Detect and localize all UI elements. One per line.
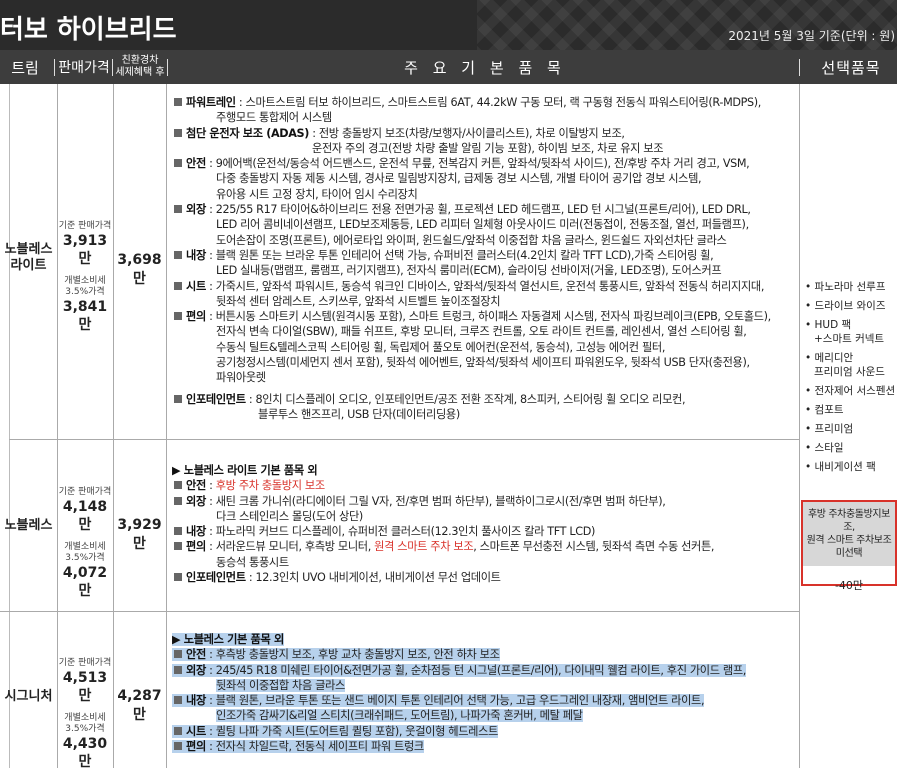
base-price: 4,513만 (62, 670, 108, 704)
spec-list: 파워트레인 : 스마트스트림 터보 하이브리드, 스마트스트림 6AT, 44.… (172, 95, 798, 422)
column-options: 선택품목 (821, 58, 881, 77)
base-price-label: 기준 판매가격 (58, 221, 112, 231)
option-item: • 파노라마 선루프 (805, 281, 886, 293)
spec-line: 도어손잡이 조명(프론트), 에어로타입 와이퍼, 윈드쉴드/앞좌석 이중접합 … (216, 233, 727, 247)
price-cell: 기준 판매가격 3,913만 개별소비세 3.5%가격 3,841만 (57, 221, 113, 334)
spec-line: 블루투스 핸즈프리, USB 단자(데이터리딩용) (258, 407, 460, 421)
price-basis-note: 2021년 5월 3일 기준(단위 : 원) (728, 29, 895, 43)
eco-price: 4,287만 (117, 688, 162, 723)
option-deduction-desc: 후방 주차충돌방지보조, 원격 스마트 주차보조 미선택 (803, 502, 895, 566)
column-divider (54, 59, 55, 76)
page-header: 터보 하이브리드 2021년 5월 3일 기준(단위 : 원) (0, 0, 897, 50)
column-trim: 트림 (11, 58, 39, 77)
spec-line: ▶ 노블레스 라이트 기본 품목 외 (172, 464, 318, 477)
spec-line: 운전자 주의 경고(전방 차량 출발 알림 기능 포함), 하이빔 보조, 차로… (312, 141, 664, 155)
spec-line: 다중 충돌방지 자동 제동 시스템, 경사로 밀림방지장치, 급제동 경보 시스… (216, 172, 702, 186)
column-divider (167, 59, 168, 76)
trim-name-line: 노블레스 (4, 242, 53, 257)
column-eco-price: 친환경차 세제혜택 후 (114, 50, 166, 84)
spec-line: 외장 : 새틴 크롬 가니쉬(라디에이터 그릴 V자, 전/후면 범퍼 하단부)… (172, 494, 798, 509)
spec-line: LED 리어 콤비네이션램프, LED보조제동등, LED 리피터 일체형 아웃… (216, 218, 749, 232)
tax-price: 4,430만 (62, 736, 108, 768)
column-eco-line2: 세제혜택 후 (115, 67, 165, 78)
base-price-label: 기준 판매가격 (58, 658, 112, 668)
spec-line: ▶ 노블레스 기본 품목 외 (172, 633, 284, 646)
spec-line: 안전 : 후방 주차 충돌방지 보조 (172, 478, 798, 493)
tax-price-label: 3.5%가격 (65, 287, 105, 297)
option-deduction-box: 후방 주차충돌방지보조, 원격 스마트 주차보조 미선택 -40만 (801, 500, 897, 592)
tax-price: 3,841만 (62, 299, 108, 333)
spec-line: 수동식 틸트&텔레스코픽 스티어링 휠, 독립제어 풀오토 에어컨(운전석, 동… (216, 340, 666, 354)
trim-name: 노블레스 라이트 (0, 242, 57, 274)
spec-line: 내장 : 블랙 원톤 또는 브라운 투톤 인테리어 선택 가능, 슈퍼비전 클러… (172, 248, 798, 263)
column-price: 판매가격 (58, 60, 110, 76)
option-item: • 메리디안 프리미엄 사운드 (805, 352, 885, 378)
tax-price: 4,072만 (62, 565, 108, 599)
spec-line: 편의 : 버튼시동 스마트키 시스템(원격시동 포함), 스마트 트렁크, 하이… (172, 309, 798, 324)
option-list: • 파노라마 선루프 • 드라이브 와이즈 • HUD 팩 +스마트 커넥트 • … (805, 280, 897, 479)
spec-line: 뒷좌석 이중접합 차음 글라스 (216, 678, 345, 692)
spec-line: LED 실내등(맵램프, 룸램프, 러기지램프), 전자식 룸미러(ECM), … (216, 264, 722, 278)
trim-name: 노블레스 (4, 518, 53, 533)
option-item: • 전자제어 서스펜션 (805, 385, 896, 397)
trim-table: 노블레스 라이트 기준 판매가격 3,913만 개별소비세 3.5%가격 3,8… (0, 84, 897, 768)
spec-line: 인포테인먼트 : 8인치 디스플레이 오디오, 인포테인먼트/공조 전환 조작계… (172, 392, 798, 407)
spec-line: 내장 : 블랙 원톤, 브라운 투톤 또는 샌드 베이지 투톤 인테리어 선택 … (172, 693, 798, 708)
column-main-features: 주 요 기 본 품 목 (404, 58, 566, 77)
spec-line: 외장 : 225/55 R17 타이어&하이브리드 전용 전면가공 휠, 프로젝… (172, 202, 798, 217)
base-price: 4,148만 (62, 499, 108, 533)
spec-line: 공기청정시스템(미세먼지 센서 포함), 뒷좌석 에어벤트, 앞좌석/뒷좌석 세… (216, 356, 750, 370)
spec-line: 인조가죽 감싸기&리얼 스티치(크래쉬패드, 도어트림), 나파가죽 혼커버, … (216, 709, 583, 723)
price-cell: 기준 판매가격 4,513만 개별소비세 3.5%가격 4,430만 (57, 658, 113, 768)
price-cell: 기준 판매가격 4,148만 개별소비세 3.5%가격 4,072만 (57, 487, 113, 600)
spec-list: ▶ 노블레스 기본 품목 외 안전 : 후측방 충돌방지 보조, 후방 교차 충… (172, 632, 798, 754)
trim-name: 시그니처 (4, 689, 53, 704)
spec-line: 파워아웃렛 (216, 371, 266, 385)
spec-line: 첨단 운전자 보조 (ADAS) : 전방 충돌방지 보조(차량/보행자/사이클… (172, 126, 798, 141)
spec-line: 뒷좌석 센터 암레스트, 스키쓰루, 앞좌석 시트벨트 높이조절장치 (216, 294, 501, 308)
spec-line: 다크 스테인리스 몰딩(도어 상단) (216, 509, 363, 523)
spec-line: 주행모드 통합제어 시스템 (216, 111, 332, 125)
spec-line: 인포테인먼트 : 12.3인치 UVO 내비게이션, 내비게이션 무선 업데이트 (172, 570, 798, 585)
column-eco-line1: 친환경차 (121, 55, 159, 66)
option-item: • 드라이브 와이즈 (805, 300, 886, 312)
spec-line: 내장 : 파노라믹 커브드 디스플레이, 슈퍼비전 클러스터(12.3인치 풀사… (172, 524, 798, 539)
option-item: • 컴포트 (805, 404, 844, 416)
option-item: • 내비게이션 팩 (805, 461, 876, 473)
spec-line: 편의 : 서라운드뷰 모니터, 후측방 모니터, 원격 스마트 주차 보조, 스… (172, 539, 798, 554)
spec-line: 시트 : 퀼팅 나파 가죽 시트(도어트림 퀼팅 포함), 웃걸이형 헤드레스트 (172, 724, 798, 739)
trim-row-signature: 시그니처 기준 판매가격 4,513만 개별소비세 3.5%가격 4,430만 … (0, 612, 800, 768)
tax-price-label: 개별소비세 (64, 276, 106, 286)
spec-line: 파워트레인 : 스마트스트림 터보 하이브리드, 스마트스트림 6AT, 44.… (172, 95, 798, 110)
spec-line: 편의 : 전자식 차일드락, 전동식 세이프티 파워 트렁크 (172, 739, 798, 754)
trim-row-noblesse: 노블레스 기준 판매가격 4,148만 개별소비세 3.5%가격 4,072만 … (0, 440, 800, 611)
eco-price: 3,698만 (117, 252, 162, 287)
spec-line: 안전 : 후측방 충돌방지 보조, 후방 교차 충돌방지 보조, 안전 하차 보… (172, 647, 798, 662)
option-item: • HUD 팩 +스마트 커넥트 (805, 319, 885, 345)
trim-name-line: 라이트 (10, 258, 47, 273)
spec-line: 안전 : 9에어백(운전석/동승석 어드밴스드, 운전석 무릎, 전복감지 커튼… (172, 156, 798, 171)
spec-line: 유아용 시트 고정 장치, 타이어 임시 수리장치 (216, 187, 418, 201)
base-price-label: 기준 판매가격 (58, 487, 112, 497)
column-divider (112, 59, 113, 76)
tax-price-label: 3.5%가격 (65, 724, 105, 734)
spec-line: 시트 : 가죽시트, 앞좌석 파워시트, 동승석 워크인 디바이스, 앞좌석/뒷… (172, 279, 798, 294)
column-divider (799, 59, 800, 76)
spec-line: 동승석 통풍시트 (216, 555, 289, 569)
option-item: • 스타일 (805, 442, 844, 454)
spec-list: ▶ 노블레스 라이트 기본 품목 외 안전 : 후방 주차 충돌방지 보조 외장… (172, 463, 798, 585)
base-price: 3,913만 (62, 233, 108, 267)
eco-price: 3,929만 (117, 517, 162, 552)
option-item: • 프리미엄 (805, 423, 854, 435)
spec-line: 전자식 변속 다이얼(SBW), 패들 쉬프트, 후방 모니터, 크루즈 컨트롤… (216, 325, 747, 339)
tax-price-label: 3.5%가격 (65, 553, 105, 563)
trim-row-noblesse-light: 노블레스 라이트 기준 판매가격 3,913만 개별소비세 3.5%가격 3,8… (0, 84, 800, 439)
option-deduction-price: -40만 (834, 579, 864, 592)
column-header-bar: 트림 판매가격 친환경차 세제혜택 후 주 요 기 본 품 목 선택품목 (0, 50, 897, 84)
spec-line: 외장 : 245/45 R18 미쉐린 타이어&전면가공 휠, 순차점등 턴 시… (172, 663, 798, 678)
tax-price-label: 개별소비세 (64, 713, 106, 723)
tax-price-label: 개별소비세 (64, 542, 106, 552)
page-title: 터보 하이브리드 (0, 15, 177, 45)
